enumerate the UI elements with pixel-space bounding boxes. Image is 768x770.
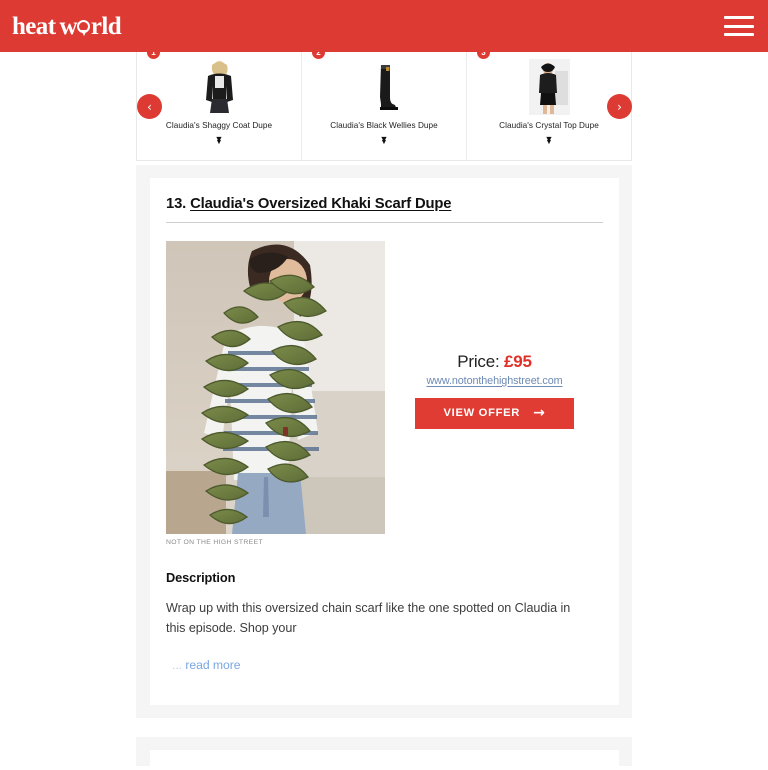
product-purchase-column: Price: £95 www.notonthehighstreet.com VI… — [386, 241, 603, 546]
carousel-item-label: Claudia's Black Wellies Dupe — [330, 121, 438, 130]
logo-text-w: w — [59, 12, 77, 40]
carousel-item[interactable]: 2 Claudia's Black Wellies Dupe ▼ ▼ — [302, 44, 467, 160]
view-offer-label: VIEW OFFER — [443, 407, 521, 420]
next-product-card-peek — [136, 737, 632, 770]
product-card: 13. Claudia's Oversized Khaki Scarf Dupe — [136, 165, 632, 718]
black-wellies-thumbnail — [363, 59, 405, 115]
product-body: NOT ON THE HIGH STREET Price: £95 www.no… — [166, 241, 603, 546]
logo-text-rld: rld — [90, 12, 122, 40]
product-image[interactable] — [166, 241, 385, 534]
carousel-item-label: Claudia's Crystal Top Dupe — [499, 121, 599, 130]
product-title-link[interactable]: Claudia's Oversized Khaki Scarf Dupe — [190, 196, 451, 212]
chevron-double-down-icon[interactable]: ▼ ▼ — [215, 134, 224, 146]
product-price: Price: £95 — [457, 352, 532, 372]
hamburger-bar — [724, 33, 754, 36]
speech-bubble-icon — [77, 19, 91, 36]
next-product-card-inner — [150, 750, 619, 770]
description-heading: Description — [166, 570, 236, 585]
crystal-top-thumbnail — [528, 59, 570, 115]
read-more-label: read more — [185, 658, 241, 673]
shaggy-coat-thumbnail — [198, 59, 240, 115]
carousel-track: 1 Claudia's Shaggy Coat Dupe ▼ ▼ 2 Claud… — [136, 44, 632, 161]
carousel-next-button[interactable]: › — [607, 94, 632, 119]
chevron-double-down-icon[interactable]: ▼ ▼ — [380, 134, 389, 146]
description-text: Wrap up with this oversized chain scarf … — [166, 601, 571, 635]
read-more-ellipsis: ... — [172, 658, 183, 673]
image-credit: NOT ON THE HIGH STREET — [166, 539, 263, 546]
price-amount: £95 — [504, 352, 532, 371]
product-title: 13. Claudia's Oversized Khaki Scarf Dupe — [166, 196, 603, 223]
carousel-item-label: Claudia's Shaggy Coat Dupe — [165, 121, 273, 130]
hamburger-bar — [724, 16, 754, 19]
product-carousel: 1 Claudia's Shaggy Coat Dupe ▼ ▼ 2 Claud… — [0, 44, 768, 161]
arrow-right-icon: → — [533, 405, 546, 422]
read-more-link[interactable]: ... read more — [172, 658, 603, 672]
product-card-inner: 13. Claudia's Oversized Khaki Scarf Dupe — [150, 178, 619, 705]
hamburger-bar — [724, 24, 754, 28]
chevron-double-down-icon[interactable]: ▼ ▼ — [545, 134, 554, 146]
product-number: 13. — [166, 196, 187, 212]
site-logo[interactable]: heat w rld — [12, 12, 122, 40]
carousel-prev-button[interactable]: ‹ — [137, 94, 162, 119]
hamburger-menu-icon[interactable] — [724, 14, 754, 38]
product-image-column: NOT ON THE HIGH STREET — [166, 241, 386, 546]
price-label: Price: — [457, 352, 500, 371]
logo-text-heat: heat — [12, 12, 56, 40]
retailer-link[interactable]: www.notonthehighstreet.com — [426, 375, 562, 387]
view-offer-button[interactable]: VIEW OFFER → — [415, 397, 574, 429]
site-header: heat w rld — [0, 0, 768, 52]
